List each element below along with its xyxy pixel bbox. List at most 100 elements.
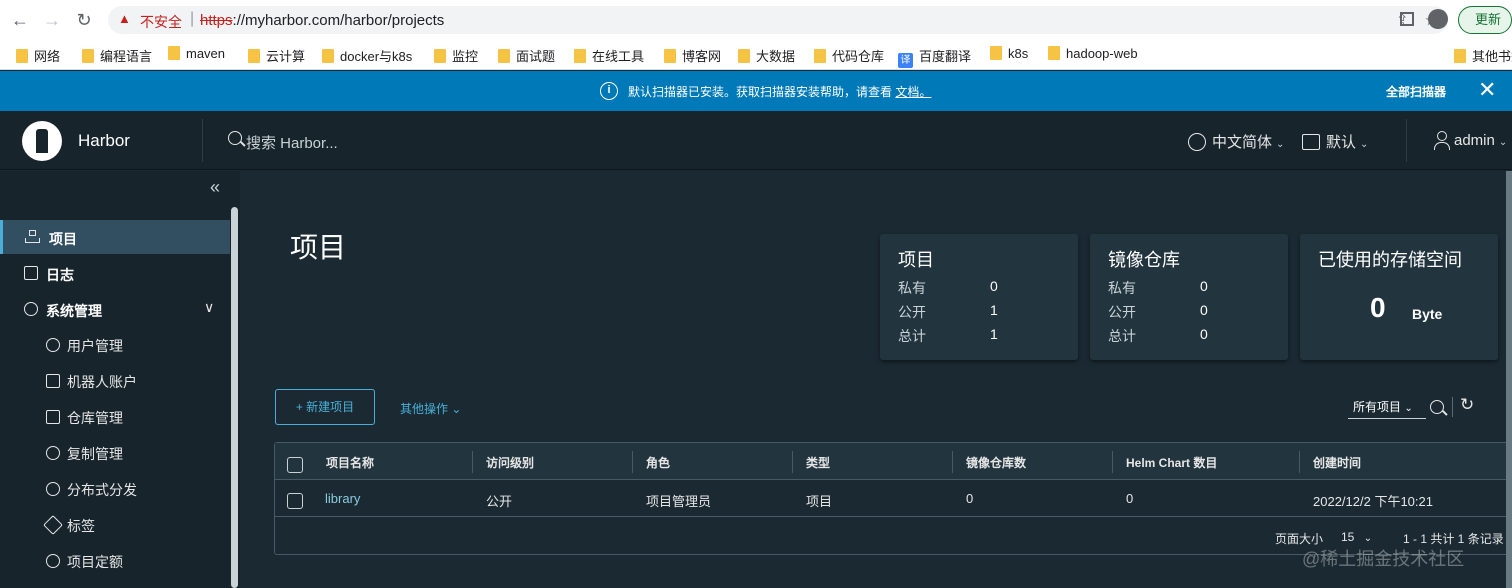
chevron-down-icon: ⌄ [1363,533,1373,544]
reload-icon[interactable]: ↻ [74,10,94,30]
projects-table: 项目名称 访问级别 角色 类型 镜像仓库数 Helm Chart 数目 创建时间… [274,442,1512,555]
folder-icon [738,49,750,63]
main-content: 项目 项目 私有 0 公开 1 总计 1 镜像仓库 私有 0 公开 0 总计 0… [240,171,1512,588]
sidebar-item-users[interactable]: 用户管理 [0,328,230,362]
sidebar-scrollbar[interactable] [231,207,238,588]
sidebar-item-quotas[interactable]: 项目定额 [0,544,230,578]
sidebar-item-distribution[interactable]: 分布式分发 [0,472,230,506]
search-icon[interactable] [1430,400,1444,414]
share-nodes-icon [46,482,60,496]
cloud-icon [46,446,60,460]
bookmarks-bar: 网络 编程语言 maven 云计算 docker与k8s 监控 面试题 在线工具… [0,40,1512,70]
chevron-down-icon[interactable]: ∨ [204,299,214,316]
project-link[interactable]: library [325,491,360,506]
folder-icon [1454,49,1466,63]
sidebar-item-robots[interactable]: 机器人账户 [0,364,230,398]
select-all-checkbox[interactable] [287,457,303,473]
chevron-down-icon: ⌄ [1276,139,1285,150]
chevron-down-icon: ⌄ [1498,137,1508,148]
projects-icon [25,230,40,244]
sidebar-item-logs[interactable]: 日志 [0,256,230,290]
brand-title[interactable]: Harbor [78,131,130,151]
bookmark-item[interactable]: 大数据 [738,46,795,65]
other-actions-dropdown[interactable]: 其他操作 ⌄ [400,400,461,417]
sidebar: « 项目 日志 系统管理 ∨ 用户管理 机器人账户 仓库管理 复制管理 分布式分… [0,171,240,588]
gauge-icon [46,554,60,568]
chevron-down-icon: ⌄ [451,402,462,416]
translate-icon: 译 [898,53,913,68]
folder-icon [16,49,28,63]
page-title: 项目 [290,232,347,263]
browser-toolbar: ← → ↻ ▲ 不安全 | https://myharbor.com/harbo… [0,0,1512,40]
chevron-down-icon: ⌄ [1404,403,1413,414]
info-icon: i [600,82,618,100]
sidebar-item-registries[interactable]: 仓库管理 [0,400,230,434]
page-size-select[interactable]: 15 ⌄ [1341,530,1372,544]
admin-icon [24,302,38,316]
bookmark-item[interactable]: maven [168,46,225,61]
warning-icon: ▲ [118,11,131,26]
sidebar-item-replication[interactable]: 复制管理 [0,436,230,470]
bookmark-item[interactable]: hadoop-web [1048,46,1138,61]
logs-icon [24,266,38,280]
sidebar-item-labels[interactable]: 标签 [0,508,230,542]
bookmark-item[interactable]: 监控 [434,46,478,65]
harbor-logo-icon[interactable] [22,121,62,161]
bookmark-item[interactable]: 代码仓库 [814,46,884,65]
sidepanel-icon[interactable] [1400,12,1414,26]
update-button[interactable]: 更新 [1458,6,1512,34]
project-filter-select[interactable]: 所有项目 ⌄ [1348,397,1426,419]
language-selector[interactable]: 中文简体 ⌄ [1188,131,1284,152]
folder-icon [574,49,586,63]
address-bar[interactable]: ▲ 不安全 | https://myharbor.com/harbor/proj… [108,6,1448,34]
close-icon[interactable]: ✕ [1478,77,1496,103]
profile-icon[interactable] [1428,9,1448,29]
bookmark-item[interactable]: 编程语言 [82,46,152,65]
tag-icon [43,515,63,535]
folder-icon [498,49,510,63]
robot-icon [46,374,60,388]
bookmark-item[interactable]: 云计算 [248,46,305,65]
box-icon [46,410,60,424]
projects-summary-card: 项目 私有 0 公开 1 总计 1 [880,234,1078,360]
globe-icon [1188,133,1206,151]
folder-icon [322,49,334,63]
bookmark-item[interactable]: k8s [990,46,1028,61]
folder-icon [814,49,826,63]
refresh-icon[interactable]: ↻ [1460,395,1474,415]
bookmark-item[interactable]: docker与k8s [322,46,412,65]
bookmark-item[interactable]: 其他书签 [1454,46,1512,65]
bookmark-item[interactable]: 译百度翻译 [898,46,971,68]
forward-icon[interactable]: → [42,10,62,30]
page-scrollbar[interactable] [1506,171,1512,588]
user-menu[interactable]: admin ⌄ [1434,131,1508,150]
user-icon [1434,131,1450,150]
global-search-input[interactable]: 搜索 Harbor... [246,132,338,153]
chevron-down-icon: ⌄ [1360,139,1369,150]
folder-icon [168,46,180,60]
back-icon[interactable]: ← [10,10,30,30]
folder-icon [1048,46,1060,60]
repos-summary-card: 镜像仓库 私有 0 公开 0 总计 0 [1090,234,1288,360]
sidebar-item-projects[interactable]: 项目 [0,220,230,254]
bookmark-item[interactable]: 网络 [16,46,60,65]
url-text: https://myharbor.com/harbor/projects [200,12,445,29]
table-header: 项目名称 访问级别 角色 类型 镜像仓库数 Helm Chart 数目 创建时间 [275,443,1511,480]
bookmark-item[interactable]: 在线工具 [574,46,644,65]
banner-doc-link[interactable]: 文档。 [895,85,931,99]
search-icon[interactable] [228,131,242,145]
all-scanners-button[interactable]: 全部扫描器 [1386,83,1446,100]
sidebar-item-admin[interactable]: 系统管理 ∨ [0,292,230,326]
date-format-selector[interactable]: 默认 ⌄ [1302,131,1368,152]
app-header: Harbor 搜索 Harbor... 中文简体 ⌄ 默认 ⌄ admin ⌄ [0,111,1512,170]
table-row: library 公开 项目管理员 项目 0 0 2022/12/2 下午10:2… [275,480,1511,517]
bookmark-item[interactable]: 博客网 [664,46,721,65]
banner-text: 默认扫描器已安装。获取扫描器安装帮助，请查看 [628,85,893,99]
insecure-label: 不安全 [140,14,182,30]
row-checkbox[interactable] [287,493,303,509]
bookmark-item[interactable]: 面试题 [498,46,555,65]
folder-icon [664,49,676,63]
collapse-sidebar-icon[interactable]: « [210,177,220,198]
new-project-button[interactable]: + 新建项目 [275,389,375,425]
scanner-banner: i 默认扫描器已安装。获取扫描器安装帮助，请查看 文档。 全部扫描器 ✕ [0,71,1512,111]
